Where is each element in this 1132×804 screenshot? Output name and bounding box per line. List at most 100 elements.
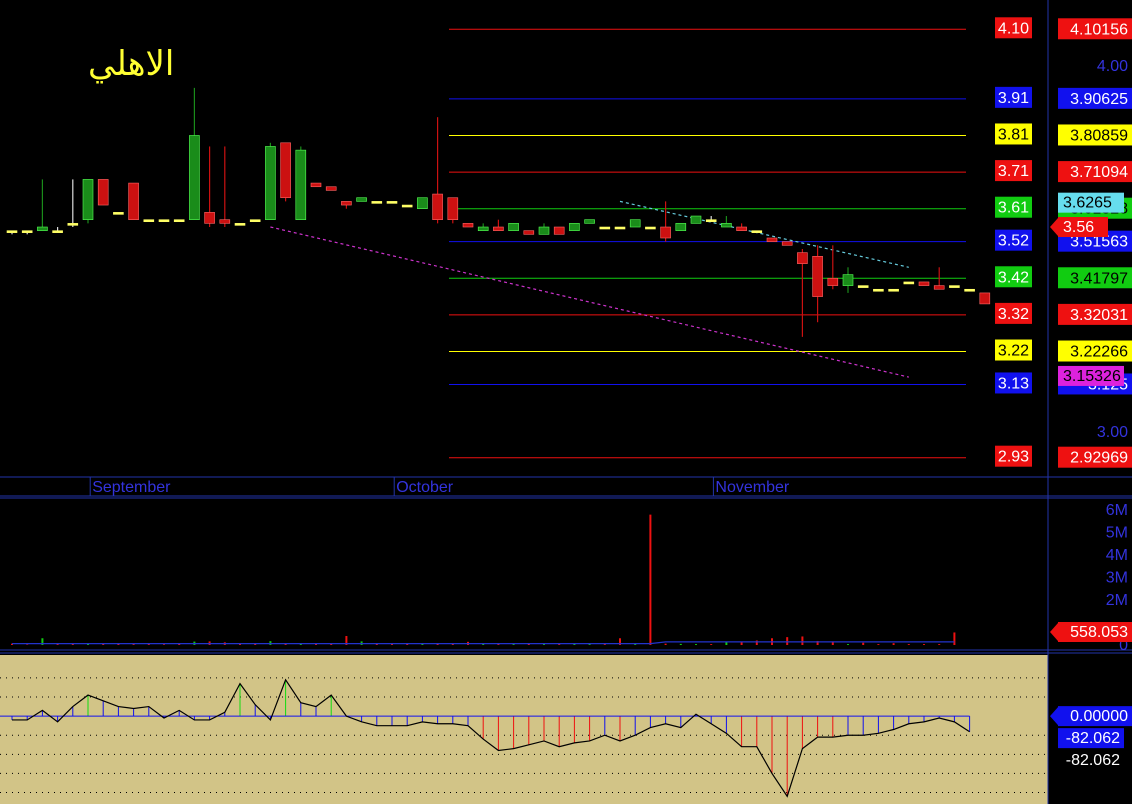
candle-body <box>325 186 337 191</box>
cci-panel-bg <box>0 655 1048 804</box>
candle-body <box>629 219 641 228</box>
candle-body <box>645 226 656 230</box>
candle-body <box>113 212 124 215</box>
candle-body <box>356 197 367 202</box>
candle-body <box>903 281 915 285</box>
trendline-descending-magenta <box>270 226 909 378</box>
candle-body <box>401 204 413 208</box>
retracement-label: 3.32 <box>998 306 1029 323</box>
candle-body <box>979 292 991 305</box>
volume-axis-tick: 6M <box>1106 502 1128 519</box>
candle-body <box>766 237 778 242</box>
retracement-label: 3.81 <box>998 126 1029 143</box>
candle-body <box>827 277 839 286</box>
candle-body <box>888 288 899 292</box>
candle-body <box>462 223 474 228</box>
axis-price-label: 3.15326 <box>1063 368 1121 385</box>
candle-body <box>37 226 48 231</box>
volume-axis-tick: 5M <box>1106 525 1128 542</box>
candle-body <box>417 197 428 210</box>
axis-price-label: 3.41797 <box>1070 270 1128 287</box>
candle-body <box>432 193 443 220</box>
candle-body <box>189 135 200 220</box>
candle-body <box>249 219 261 222</box>
candle-body <box>508 223 519 231</box>
price-axis-tick: 4.00 <box>1097 58 1128 75</box>
candle-body <box>736 226 747 231</box>
retracement-label: 3.22 <box>998 343 1029 360</box>
retracement-label: 3.91 <box>998 90 1029 107</box>
candle-body <box>918 281 930 286</box>
cci-axis-tick: 200 <box>1101 670 1128 687</box>
candle-body <box>173 219 185 222</box>
candle-body <box>204 212 215 224</box>
candle-body <box>265 146 276 220</box>
candle-body <box>538 226 550 235</box>
candle-body <box>721 223 732 228</box>
candle-body <box>857 285 869 288</box>
axis-price-label: 3.80859 <box>1070 127 1128 144</box>
candle-body <box>751 230 763 233</box>
retracement-label: 3.52 <box>998 233 1029 250</box>
candle-body <box>386 201 398 204</box>
retracement-label: 4.10 <box>998 20 1029 37</box>
candle-body <box>477 226 489 231</box>
axis-price-label: 3.22266 <box>1070 344 1128 361</box>
candle-body <box>280 142 291 199</box>
candle-body <box>128 182 139 220</box>
candle-body <box>964 288 975 292</box>
candle-body <box>812 256 823 297</box>
month-label: November <box>715 479 789 496</box>
candle-body <box>690 215 702 224</box>
candle-body <box>143 219 155 222</box>
retracement-label: 3.61 <box>998 200 1029 217</box>
axis-price-label: 3.32031 <box>1070 307 1128 324</box>
candle-body <box>523 230 535 235</box>
volume-axis-tick: 3M <box>1106 570 1128 587</box>
candle-body <box>82 179 94 220</box>
axis-price-label: 3.6265 <box>1063 195 1112 212</box>
retracement-label: 3.71 <box>998 163 1029 180</box>
volume-pointer <box>1050 623 1058 641</box>
candle-body <box>705 219 717 222</box>
candle-body <box>553 226 565 235</box>
candle-body <box>371 201 383 204</box>
retracement-label: 3.42 <box>998 269 1029 286</box>
cci-value-label: 0.00000 <box>1070 708 1128 725</box>
candle-body <box>675 223 687 231</box>
candle-body <box>949 285 960 288</box>
candle-body <box>842 274 854 286</box>
cci-value-label: -82.062 <box>1066 752 1120 769</box>
candle-body <box>873 288 884 292</box>
cci-value-label: -82.062 <box>1066 730 1120 747</box>
volume-average-line <box>12 641 955 645</box>
candle-body <box>6 230 18 233</box>
axis-price-label: 3.71094 <box>1070 164 1128 181</box>
candle-body <box>52 230 63 233</box>
cci-axis-tick: 100 <box>1101 689 1128 706</box>
candle-body <box>67 223 79 226</box>
candle-body <box>158 219 170 222</box>
cci-axis-tick: -400 <box>1096 785 1128 802</box>
volume-axis-tick: 4M <box>1106 547 1128 564</box>
stock-chart[interactable]: September October November 4.10 4.10156 3.91 3… <box>0 0 1132 804</box>
chart-title: الاهلي <box>88 44 175 84</box>
candle-body <box>310 182 322 188</box>
candle-body <box>797 252 808 264</box>
axis-price-label: 3.56 <box>1063 219 1094 236</box>
candle-body <box>660 226 671 239</box>
candle-body <box>21 230 33 233</box>
retracement-label: 3.13 <box>998 375 1029 392</box>
axis-price-label: 2.92969 <box>1070 450 1128 467</box>
axis-price-label: 4.10156 <box>1070 21 1128 38</box>
candle-body <box>614 226 626 230</box>
volume-value-label: 558.053 <box>1070 624 1128 641</box>
last-price-pointer <box>1050 218 1058 237</box>
candle-body <box>569 223 580 231</box>
candle-body <box>584 219 595 224</box>
retracement-label: 2.93 <box>998 449 1029 466</box>
candle-body <box>493 226 504 231</box>
candle-body <box>234 223 246 226</box>
cci-pointer <box>1050 707 1058 726</box>
axis-price-label: 3.90625 <box>1070 91 1128 108</box>
